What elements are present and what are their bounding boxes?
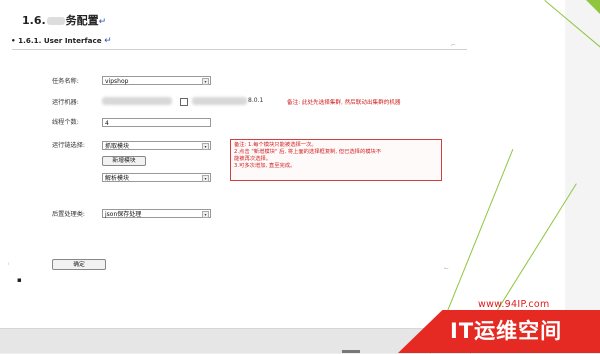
chain-note-box: 备注: 1.每个模块只能被选择一次。 2.点击 "新增模块" 后, 将上面的选择…: [230, 139, 442, 181]
chain-select-2-value: 解析模块: [105, 175, 130, 182]
margin-mark: ˡ: [8, 262, 9, 269]
machine-checkbox[interactable]: [180, 98, 188, 106]
post-processor-label: 后置处理类:: [52, 211, 86, 218]
blurred-cluster-select[interactable]: [102, 97, 172, 105]
chevron-down-icon[interactable]: ▾: [202, 78, 209, 85]
watermark-url: www.94IP.com: [478, 299, 550, 310]
note-line: 备注: 1.每个模块只能被选择一次。: [234, 142, 317, 148]
slide-edge: [565, 0, 600, 353]
confirm-button[interactable]: 确定: [52, 259, 106, 270]
post-processor-select[interactable]: json保存处理 ▾: [102, 209, 211, 218]
thread-count-value: 4: [105, 120, 109, 127]
task-name-select[interactable]: vipshop ▾: [102, 76, 211, 85]
heading-rule: [12, 49, 467, 50]
task-name-label: 任务名称:: [52, 78, 79, 85]
subsection-title: 1.6.1. User Interface: [18, 36, 102, 45]
chain-select-1[interactable]: 抓取模块 ▾: [102, 141, 211, 150]
note-line: 能被再次选择。: [234, 156, 272, 162]
section-number: 1.6.: [22, 14, 46, 27]
corner-mark: ⌙: [444, 265, 450, 272]
blurred-machine-host: [192, 97, 247, 105]
subsection-heading: • 1.6.1. User Interface ↵: [11, 36, 112, 46]
redacted-text: [46, 17, 65, 25]
note-line: 3.可多次增加, 直至完成。: [234, 163, 296, 169]
decorative-triangle: [586, 0, 600, 14]
chevron-down-icon[interactable]: ▾: [202, 175, 209, 182]
machine-ip: 8.0.1: [248, 97, 264, 104]
thread-count-label: 线程个数:: [52, 119, 79, 126]
paragraph-mark: ↵: [98, 17, 107, 27]
chevron-down-icon[interactable]: ▾: [202, 211, 209, 218]
bullet-mark: ▪: [17, 276, 22, 284]
task-name-value: vipshop: [105, 78, 129, 85]
chain-label: 运行链选择:: [52, 142, 86, 149]
thread-count-input[interactable]: 4: [102, 118, 211, 127]
add-module-button[interactable]: 新增模块: [102, 156, 146, 166]
machine-label: 运行机器:: [52, 99, 79, 106]
corner-mark: ⌐: [451, 42, 457, 49]
chain-select-1-value: 抓取模块: [105, 143, 130, 150]
section-heading: 1.6. 务配置↵: [22, 12, 106, 28]
machine-note: 备注: 此处先选择集群, 然后联动出集群的机器: [287, 100, 401, 106]
chevron-down-icon[interactable]: ▾: [202, 143, 209, 150]
chain-select-2[interactable]: 解析模块 ▾: [102, 173, 211, 182]
subsection-paragraph-mark: ↵: [104, 36, 112, 46]
post-processor-value: json保存处理: [105, 211, 142, 218]
watermark-brand: IT运维空间: [450, 319, 563, 343]
section-title-tail: 务配置: [65, 14, 99, 27]
note-line: 2.点击 "新增模块" 后, 将上面的选择框复制, 但已选择的模块不: [234, 149, 382, 155]
bullet-dot: •: [11, 36, 16, 45]
